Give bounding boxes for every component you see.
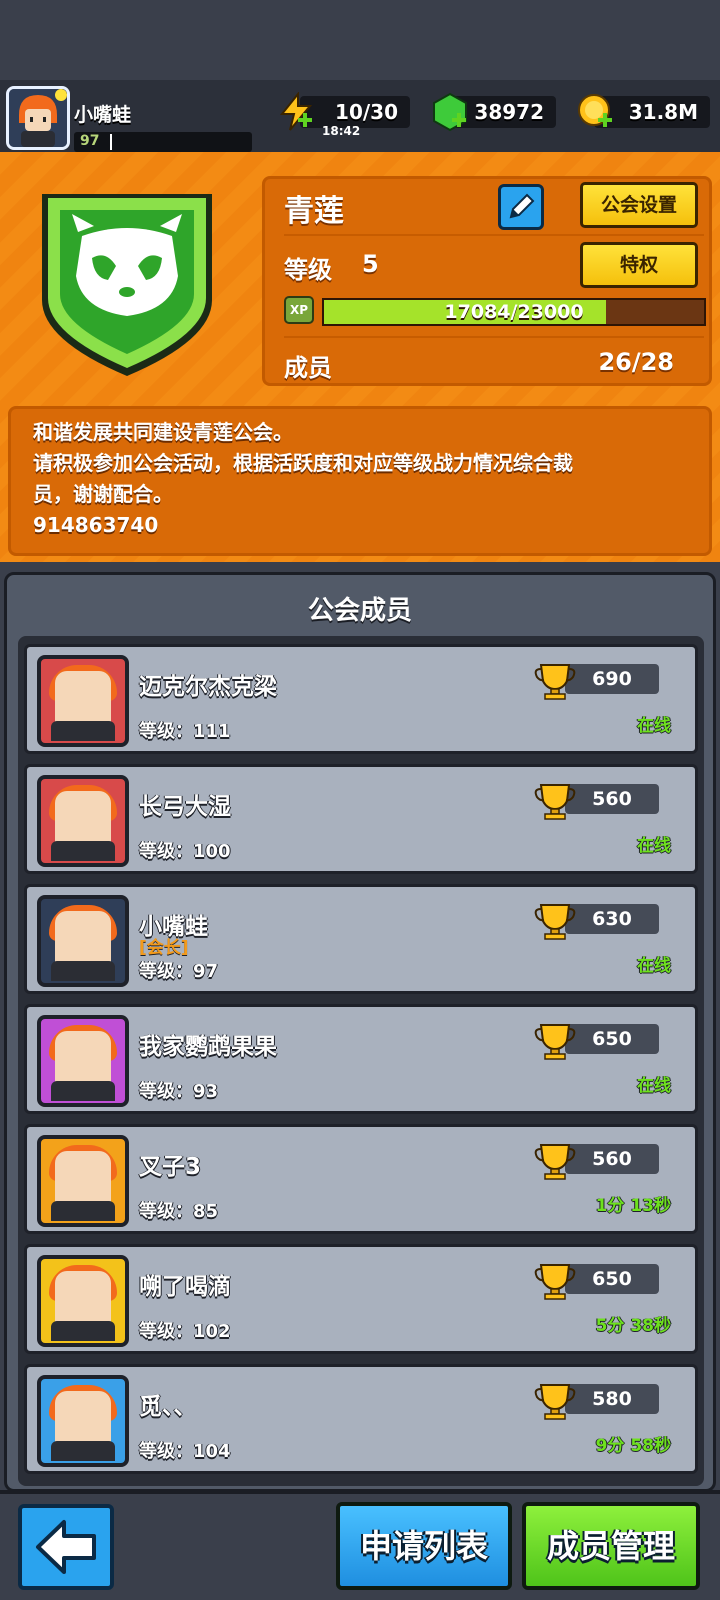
trophy-icon	[534, 1024, 576, 1060]
avatar-coat	[51, 1321, 115, 1341]
member-avatar	[37, 655, 129, 747]
member-online-status: 在线	[637, 956, 671, 976]
member-name: 叉子3	[139, 1154, 202, 1180]
member-avatar	[37, 775, 129, 867]
player-level: 97	[80, 133, 100, 149]
xp-icon: XP	[284, 296, 314, 324]
gems-value: 38972	[474, 100, 544, 124]
member-card[interactable]: 嗍了喝滴等级：102 650 5分 38秒	[24, 1244, 698, 1354]
member-avatar	[37, 1255, 129, 1347]
member-card[interactable]: 迈克尔杰克梁等级：111 690 在线	[24, 644, 698, 754]
member-online-status: 在线	[637, 836, 671, 856]
coin-icon	[578, 94, 612, 127]
member-level: 等级：111	[139, 721, 231, 742]
arrow-left-icon	[36, 1520, 96, 1574]
player-avatar[interactable]	[6, 86, 70, 150]
player-avatar-image	[9, 89, 67, 147]
privilege-button[interactable]: 特权	[580, 242, 698, 288]
member-name: 嗍了喝滴	[139, 1274, 231, 1300]
member-card[interactable]: 我家鹦鹉果果等级：93 650 在线	[24, 1004, 698, 1114]
notice-line: 请积极参加公会活动，根据活跃度和对应等级战力情况综合裁	[33, 451, 573, 475]
divider	[284, 234, 704, 236]
apply-list-button[interactable]: 申请列表	[336, 1502, 512, 1590]
trophy-icon	[534, 1384, 576, 1420]
member-card[interactable]: 小嘴蛙 [会长] 等级：97 630 在线	[24, 884, 698, 994]
back-button[interactable]	[18, 1504, 114, 1590]
status-bar-area	[0, 0, 720, 80]
member-level: 等级：104	[139, 1441, 231, 1462]
member-level: 等级：85	[139, 1201, 219, 1222]
avatar-coat	[51, 1201, 115, 1221]
energy-icon	[279, 92, 313, 131]
divider	[284, 336, 704, 338]
member-card[interactable]: 长弓大湿等级：100 560 在线	[24, 764, 698, 874]
xp-text: 17084/23000	[444, 301, 584, 323]
pencil-icon	[509, 193, 535, 219]
member-score: 630	[565, 904, 659, 934]
member-score: 560	[565, 1144, 659, 1174]
coins-value: 31.8M	[628, 100, 698, 124]
avatar-coat	[51, 1441, 115, 1461]
members-section-title: 公会成员	[307, 596, 412, 626]
member-card[interactable]: 叉子3 等级：85 560 1分 13秒	[24, 1124, 698, 1234]
avatar-coat	[51, 1081, 115, 1101]
member-avatar	[37, 1135, 129, 1227]
avatar-coat	[51, 841, 115, 861]
level-divider	[110, 134, 112, 150]
member-score: 560	[565, 784, 659, 814]
trophy-icon	[534, 1144, 576, 1180]
member-level: 等级：102	[139, 1321, 231, 1342]
member-avatar	[37, 1015, 129, 1107]
member-role: [会长]	[139, 938, 189, 958]
guild-emblem-icon	[42, 194, 212, 376]
member-name: 觅、、	[139, 1394, 197, 1420]
trophy-icon	[534, 784, 576, 820]
member-manage-button[interactable]: 成员管理	[522, 1502, 700, 1590]
members-count-label: 成员	[284, 354, 332, 382]
member-avatar	[37, 895, 129, 987]
energy-timer: 18:42	[322, 124, 361, 138]
member-avatar	[37, 1375, 129, 1467]
member-online-status: 5分 38秒	[595, 1316, 671, 1336]
guild-settings-button[interactable]: 公会设置	[580, 182, 698, 228]
avatar-coat	[51, 961, 115, 981]
member-score: 650	[565, 1264, 659, 1294]
member-online-status: 在线	[637, 1076, 671, 1096]
member-level: 等级：100	[139, 841, 231, 862]
member-online-status: 在线	[637, 716, 671, 736]
gem-icon	[433, 92, 467, 132]
player-name: 小嘴蛙	[74, 104, 132, 126]
member-level: 等级：97	[139, 961, 219, 982]
member-level: 等级：93	[139, 1081, 219, 1102]
notice-line: 员，谢谢配合。	[33, 482, 173, 506]
trophy-icon	[534, 1264, 576, 1300]
guild-notice: 和谐发展共同建设青莲公会。 请积极参加公会活动，根据活跃度和对应等级战力情况综合…	[8, 406, 712, 556]
member-score: 580	[565, 1384, 659, 1414]
guild-level-label: 等级	[284, 256, 332, 284]
trophy-icon	[534, 904, 576, 940]
member-name: 长弓大湿	[139, 794, 231, 820]
guild-xp-bar: 17084/23000	[322, 298, 706, 326]
avatar-coat	[51, 721, 115, 741]
guild-level-value: 5	[362, 250, 379, 278]
member-card[interactable]: 觅、、等级：104 580 9分 58秒	[24, 1364, 698, 1474]
member-name: 我家鹦鹉果果	[139, 1034, 277, 1060]
notice-line: 914863740	[33, 513, 159, 537]
guild-name: 青莲	[284, 194, 344, 229]
edit-guild-button[interactable]	[498, 184, 544, 230]
members-count-value: 26/28	[598, 348, 674, 376]
trophy-icon	[534, 664, 576, 700]
energy-value: 10/30	[335, 100, 398, 124]
member-score: 690	[565, 664, 659, 694]
player-level-bar: 97	[74, 132, 252, 152]
notice-line: 和谐发展共同建设青莲公会。	[33, 420, 293, 444]
member-name: 迈克尔杰克梁	[139, 674, 277, 700]
member-score: 650	[565, 1024, 659, 1054]
member-online-status: 1分 13秒	[595, 1196, 671, 1216]
member-online-status: 9分 58秒	[595, 1436, 671, 1456]
